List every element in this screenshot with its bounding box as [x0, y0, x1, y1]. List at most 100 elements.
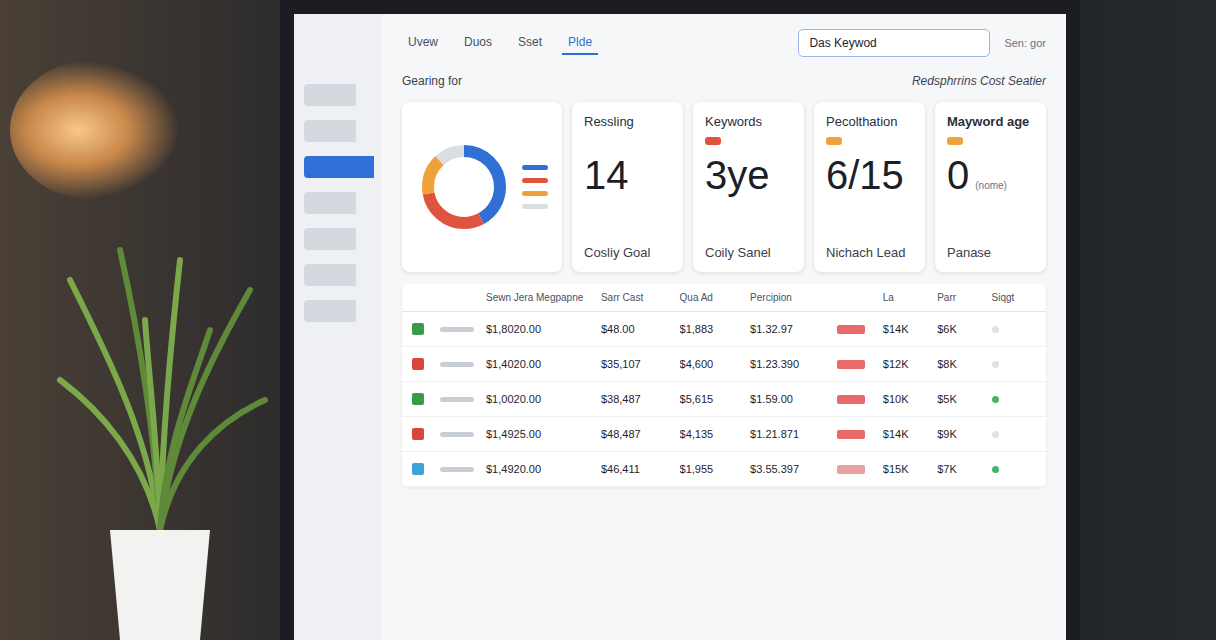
- row-mark: [992, 466, 999, 473]
- sidebar-item[interactable]: [304, 156, 374, 178]
- row-name-placeholder: [440, 432, 474, 437]
- donut-segment: [428, 151, 500, 223]
- card-title: Pecolthation: [826, 114, 913, 129]
- lamp-icon: [10, 60, 180, 200]
- row-flag: [837, 325, 865, 334]
- screen: Uvew Duos Sset Plde Das Keywod Sen: gor Gearin…: [294, 14, 1066, 640]
- dark-background: [1080, 0, 1216, 640]
- sidebar-item[interactable]: [304, 84, 356, 106]
- sidebar: [294, 14, 382, 640]
- perception-cell: $3.55.397: [750, 463, 831, 475]
- amount-cell: $1,4925.00: [486, 428, 595, 440]
- column-header[interactable]: Siqgt: [992, 292, 1036, 303]
- stat-card: Pecolthation 6/15 Nichach Lead: [814, 102, 925, 272]
- row-flag: [837, 430, 865, 439]
- column-header[interactable]: Qua Ad: [680, 292, 745, 303]
- row-icon: [412, 358, 424, 370]
- header-left: Gearing for: [402, 74, 462, 88]
- row-name-placeholder: [440, 397, 474, 402]
- cost-cell: $48,487: [601, 428, 674, 440]
- legend-bar: [522, 191, 548, 196]
- qa-cell: $1,883: [680, 323, 745, 335]
- scene: Uvew Duos Sset Plde Das Keywod Sen: gor Gearin…: [0, 0, 1216, 640]
- table-header: Sewn Jera Megpapne Sarr Cast Qua Ad Percipi…: [402, 284, 1046, 312]
- cost-cell: $46,411: [601, 463, 674, 475]
- parr-cell: $6K: [937, 323, 985, 335]
- row-mark: [992, 361, 999, 368]
- sidebar-item[interactable]: [304, 264, 356, 286]
- card-title: Keywords: [705, 114, 792, 129]
- sidebar-item[interactable]: [304, 228, 356, 250]
- parr-cell: $9K: [937, 428, 985, 440]
- table-row[interactable]: $1,4020.00$35,107$4,600$1.23.390$12K$8K: [402, 347, 1046, 382]
- header-row: Gearing forRedsphrrins Cost Seatier: [402, 72, 1046, 90]
- cost-cell: $38,487: [601, 393, 674, 405]
- nav-tab[interactable]: Duos: [458, 31, 498, 55]
- card-value: 6/15: [826, 153, 904, 197]
- la-cell: $12K: [883, 358, 931, 370]
- card-caption: Coily Sanel: [705, 245, 792, 260]
- row-icon: [412, 393, 424, 405]
- column-header[interactable]: Parr: [937, 292, 985, 303]
- row-flag: [837, 465, 865, 474]
- column-header[interactable]: Percipion: [750, 292, 831, 303]
- parr-cell: $7K: [937, 463, 985, 475]
- qa-cell: $5,615: [680, 393, 745, 405]
- cost-cell: $48.00: [601, 323, 674, 335]
- card-caption: Nichach Lead: [826, 245, 913, 260]
- table-row[interactable]: $1,8020.00$48.00$1,883$1.32.97$14K$6K: [402, 312, 1046, 347]
- row-mark: [992, 431, 999, 438]
- sidebar-item[interactable]: [304, 192, 356, 214]
- la-cell: $14K: [883, 323, 931, 335]
- data-table: Sewn Jera Megpapne Sarr Cast Qua Ad Percipi…: [402, 284, 1046, 487]
- legend-bar: [522, 165, 548, 170]
- nav-tab[interactable]: Plde: [562, 31, 598, 55]
- legend: [522, 165, 548, 209]
- perception-cell: $1.59.00: [750, 393, 831, 405]
- room-background: [0, 0, 280, 640]
- donut-segment: [428, 151, 500, 223]
- qa-cell: $4,600: [680, 358, 745, 370]
- table-row[interactable]: $1,4920.00$46,411$1,955$3.55.397$15K$7K: [402, 452, 1046, 487]
- parr-cell: $8K: [937, 358, 985, 370]
- nav-tab[interactable]: Sset: [512, 31, 548, 55]
- la-cell: $15K: [883, 463, 931, 475]
- legend-bar: [522, 178, 548, 183]
- card-marker: [705, 137, 721, 145]
- monitor: Uvew Duos Sset Plde Das Keywod Sen: gor Gearin…: [280, 0, 1080, 640]
- toolbar: Uvew Duos Sset Plde Das Keywod Sen: gor: [402, 26, 1046, 60]
- amount-cell: $1,8020.00: [486, 323, 595, 335]
- card-value: 3ye: [705, 153, 770, 197]
- donut-chart: [414, 137, 514, 237]
- stat-card: Mayword age0(nome)Panase: [935, 102, 1046, 272]
- row-mark: [992, 326, 999, 333]
- card-caption: Panase: [947, 245, 1034, 260]
- row-mark: [992, 396, 999, 403]
- table-row[interactable]: $1,4925.00$48,487$4,135$1.21.871$14K$9K: [402, 417, 1046, 452]
- nav-tab[interactable]: Uvew: [402, 31, 444, 55]
- stat-card: Ressling14Cosliy Goal: [572, 102, 683, 272]
- stat-card: Keywords 3ye Coily Sanel: [693, 102, 804, 272]
- card-marker: [826, 137, 842, 145]
- search-field[interactable]: Das Keywod: [798, 29, 990, 57]
- column-header[interactable]: Sewn Jera Megpapne: [486, 292, 595, 303]
- sidebar-item[interactable]: [304, 120, 356, 142]
- row-name-placeholder: [440, 327, 474, 332]
- column-header[interactable]: Sarr Cast: [601, 292, 674, 303]
- donut-segment: [428, 151, 500, 223]
- sidebar-item[interactable]: [304, 300, 356, 322]
- donut-segment: [428, 151, 500, 223]
- row-flag: [837, 360, 865, 369]
- row-name-placeholder: [440, 467, 474, 472]
- status-text: Sen: gor: [1004, 37, 1046, 49]
- card-value: 14: [584, 153, 629, 197]
- plant-icon: [50, 240, 270, 640]
- table-row[interactable]: $1,0020.00$38,487$5,615$1.59.00$10K$5K: [402, 382, 1046, 417]
- card-marker: [947, 137, 963, 145]
- plant: [0, 240, 280, 640]
- row-icon: [412, 323, 424, 335]
- column-header[interactable]: La: [883, 292, 931, 303]
- amount-cell: $1,0020.00: [486, 393, 595, 405]
- qa-cell: $4,135: [680, 428, 745, 440]
- row-flag: [837, 395, 865, 404]
